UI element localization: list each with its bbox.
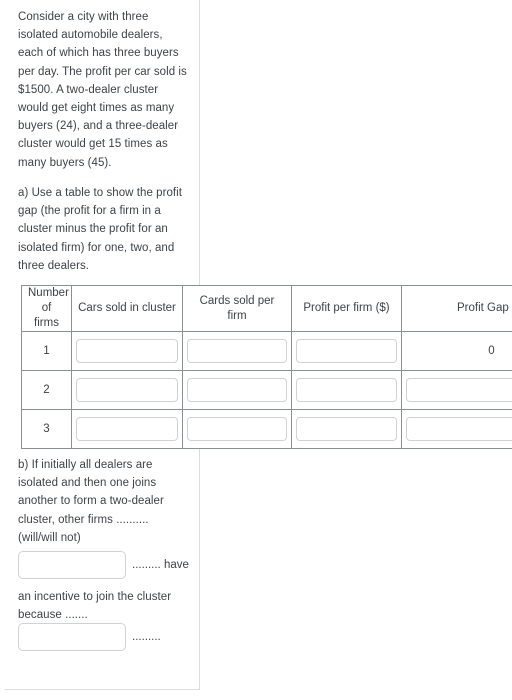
part-b-continuation: an incentive to join the cluster because… [18, 591, 172, 622]
profit-gap-table-wrapper: Number of firms Cars sold in cluster Car… [21, 285, 512, 449]
input-profit-per-firm-row3[interactable] [296, 417, 397, 441]
cell-cards-per-firm-row3[interactable] [182, 409, 292, 449]
input-profit-gap-row2[interactable] [406, 378, 512, 402]
intro-paragraph: Consider a city with three isolated auto… [18, 11, 187, 169]
cell-cars-in-cluster-row2[interactable] [71, 370, 183, 410]
column-header-cards-sold-per-firm: Cards sold per firm [182, 285, 292, 332]
input-profit-per-firm-row2[interactable] [296, 378, 397, 402]
column-header-profit-gap: Profit Gap ($) [401, 285, 512, 332]
answer-row-2: ......... [18, 623, 161, 651]
answer-2-trailing-text: ......... [132, 631, 161, 643]
question-page: Consider a city with three isolated auto… [0, 0, 512, 700]
input-cars-in-cluster-row1[interactable] [76, 339, 178, 363]
input-cards-per-firm-row2[interactable] [187, 378, 287, 402]
input-cards-per-firm-row1[interactable] [187, 339, 287, 363]
column-header-number-of-firms: Number of firms [21, 285, 72, 332]
answer-input-2[interactable] [18, 623, 126, 651]
table-row: 3 [21, 409, 512, 449]
table-row: 1 0 [21, 331, 512, 371]
row-label-1: 1 [21, 331, 72, 371]
cell-cars-in-cluster-row3[interactable] [71, 409, 183, 449]
table-row: 2 [21, 370, 512, 410]
cell-profit-gap-row1: 0 [401, 331, 512, 371]
part-b-prompt: b) If initially all dealers are isolated… [18, 459, 164, 544]
row-label-3: 3 [21, 409, 72, 449]
input-profit-gap-row3[interactable] [406, 417, 512, 441]
cell-cars-in-cluster-row1[interactable] [71, 331, 183, 371]
input-cars-in-cluster-row2[interactable] [76, 378, 178, 402]
column-header-profit-per-firm: Profit per firm ($) [291, 285, 402, 332]
cell-profit-gap-row2[interactable] [401, 370, 512, 410]
input-cars-in-cluster-row3[interactable] [76, 417, 178, 441]
profit-gap-table: Number of firms Cars sold in cluster Car… [21, 285, 512, 449]
table-header-row: Number of firms Cars sold in cluster Car… [21, 285, 512, 332]
cell-cards-per-firm-row1[interactable] [182, 331, 292, 371]
cell-profit-per-firm-row3[interactable] [291, 409, 402, 449]
answer-row-1: ......... have [18, 551, 189, 579]
row-label-2: 2 [21, 370, 72, 410]
cell-profit-per-firm-row2[interactable] [291, 370, 402, 410]
answer-input-1[interactable] [18, 551, 126, 579]
cell-cards-per-firm-row2[interactable] [182, 370, 292, 410]
input-profit-per-firm-row1[interactable] [296, 339, 397, 363]
answer-1-trailing-text: ......... have [132, 559, 189, 571]
input-cards-per-firm-row3[interactable] [187, 417, 287, 441]
cell-profit-gap-row3[interactable] [401, 409, 512, 449]
cell-profit-per-firm-row1[interactable] [291, 331, 402, 371]
part-a-prompt: a) Use a table to show the profit gap (t… [18, 187, 183, 272]
column-header-cars-sold-in-cluster: Cars sold in cluster [71, 285, 183, 332]
